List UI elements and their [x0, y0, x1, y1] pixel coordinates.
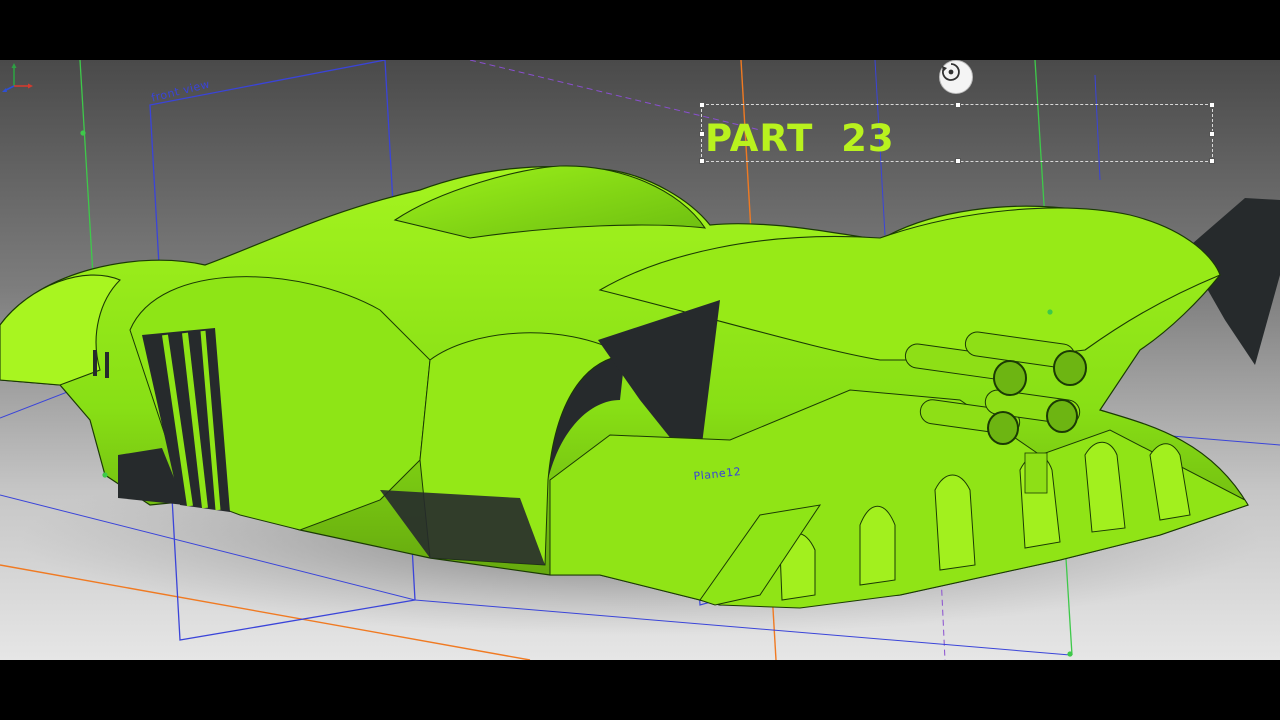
small-vent — [93, 350, 97, 376]
diffuser-fin — [859, 505, 896, 586]
sketch-point — [80, 130, 86, 136]
exhaust-tip — [993, 360, 1027, 396]
resize-handle[interactable] — [1209, 102, 1215, 108]
axis-triad-icon[interactable] — [0, 60, 34, 94]
diffuser-fin — [934, 474, 976, 571]
resize-handle[interactable] — [955, 158, 961, 164]
resize-handle[interactable] — [955, 102, 961, 108]
app-frame: front view Plane12 PART 23 — [0, 0, 1280, 720]
exhaust-tip — [987, 411, 1019, 445]
sketch-point — [102, 472, 108, 478]
resize-handle[interactable] — [1209, 131, 1215, 137]
exhaust-tip — [1046, 399, 1078, 433]
bolt-panel — [1024, 452, 1048, 494]
resize-handle[interactable] — [699, 102, 705, 108]
graphics-viewport[interactable]: front view Plane12 PART 23 — [0, 60, 1280, 660]
sketch-point — [1047, 309, 1053, 315]
note-text[interactable]: PART 23 — [705, 117, 895, 160]
resize-handle[interactable] — [1209, 158, 1215, 164]
rotate-view-icon — [942, 63, 960, 81]
exhaust-tip — [1053, 350, 1087, 386]
small-vent — [105, 352, 109, 378]
rotate-view-button[interactable] — [939, 60, 973, 94]
sketch-point — [1067, 651, 1073, 657]
